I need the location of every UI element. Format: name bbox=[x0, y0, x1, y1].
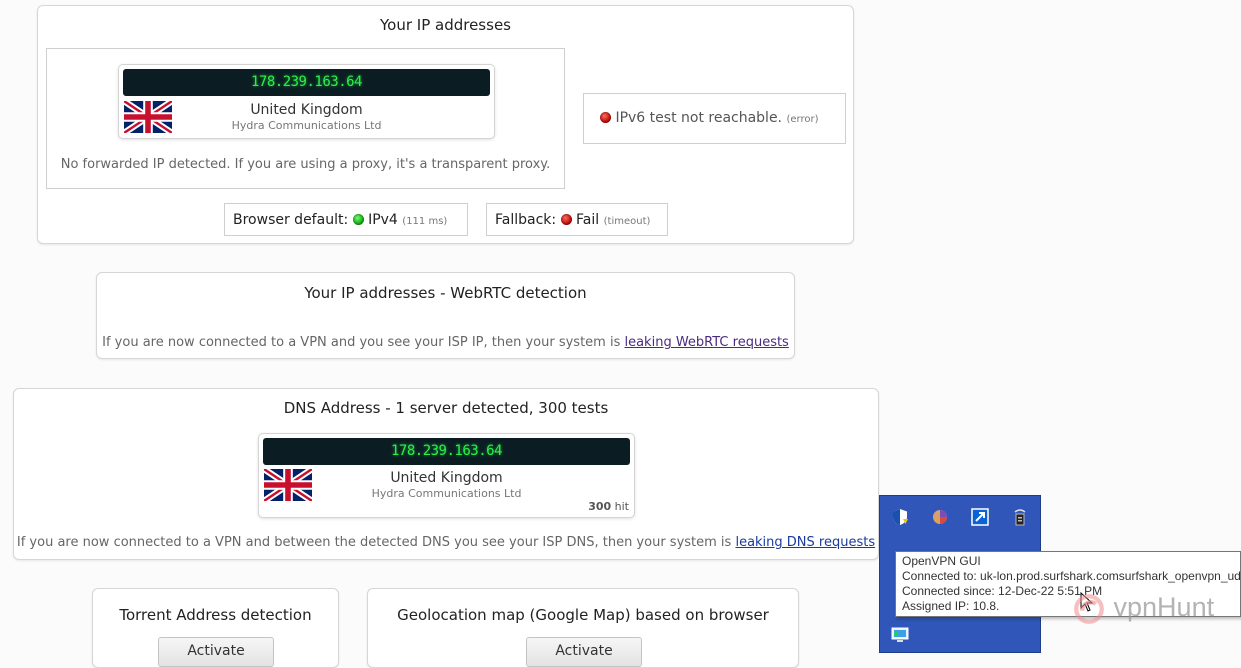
tooltip-app-name: OpenVPN GUI bbox=[902, 554, 981, 568]
ipv6-error-status-icon bbox=[600, 112, 611, 123]
watermark-text: vpnHunt bbox=[1113, 592, 1215, 623]
ip-addresses-panel: Your IP addresses 178.239.163.64 United … bbox=[37, 5, 854, 244]
fallback-value: Fail bbox=[576, 212, 600, 228]
dns-ip-display: 178.239.163.64 bbox=[263, 438, 630, 465]
dns-panel: DNS Address - 1 server detected, 300 tes… bbox=[13, 388, 879, 560]
fallback-box: Fallback: Fail (timeout) bbox=[486, 203, 668, 236]
ipv6-status-text: IPv6 test not reachable. bbox=[615, 110, 783, 126]
geolocation-panel: Geolocation map (Google Map) based on br… bbox=[367, 588, 799, 668]
shield-warning-icon[interactable] bbox=[891, 508, 909, 526]
ipv4-ok-status-icon bbox=[352, 214, 364, 225]
ip-panel-title: Your IP addresses bbox=[379, 16, 511, 34]
browser-default-time: (111 ms) bbox=[402, 216, 448, 227]
dns-hits-count: 300 bbox=[588, 500, 612, 513]
webrtc-note: If you are now connected to a VPN and yo… bbox=[97, 335, 794, 350]
ipv6-error-label: (error) bbox=[786, 114, 819, 125]
ip-address-display: 178.239.163.64 bbox=[123, 69, 490, 96]
webrtc-panel: Your IP addresses - WebRTC detection If … bbox=[96, 272, 795, 359]
dns-note-text: If you are now connected to a VPN and be… bbox=[16, 535, 736, 550]
dns-note: If you are now connected to a VPN and be… bbox=[14, 535, 878, 550]
webrtc-panel-title: Your IP addresses - WebRTC detection bbox=[304, 284, 587, 302]
torrent-panel: Torrent Address detection Activate bbox=[92, 588, 339, 668]
browser-default-label: Browser default: bbox=[233, 212, 349, 228]
vpnhunt-watermark: vpnHunt bbox=[1072, 592, 1214, 626]
webrtc-note-text: If you are now connected to a VPN and yo… bbox=[102, 335, 625, 350]
torrent-panel-title: Torrent Address detection bbox=[119, 606, 312, 624]
ip-country: United Kingdom bbox=[250, 102, 363, 118]
dns-hits: 300 hit bbox=[588, 500, 629, 513]
dns-leak-link[interactable]: leaking DNS requests bbox=[735, 535, 875, 550]
ipv6-box: IPv6 test not reachable. (error) bbox=[583, 93, 846, 144]
dns-hits-label: hit bbox=[614, 500, 629, 513]
ip-card: 178.239.163.64 United Kingdom Hydra Comm… bbox=[118, 64, 495, 139]
geolocation-panel-title: Geolocation map (Google Map) based on br… bbox=[397, 606, 769, 624]
fallback-label: Fallback: bbox=[495, 212, 557, 228]
color-wheel-icon[interactable] bbox=[931, 508, 949, 526]
browser-default-value: IPv4 bbox=[368, 212, 398, 228]
dns-panel-title: DNS Address - 1 server detected, 300 tes… bbox=[283, 399, 609, 417]
browser-default-box: Browser default: IPv4 (111 ms) bbox=[224, 203, 468, 236]
network-device-icon[interactable] bbox=[1011, 508, 1029, 526]
fallback-error-status-icon bbox=[560, 214, 572, 225]
webrtc-leak-link[interactable]: leaking WebRTC requests bbox=[624, 335, 788, 350]
ipv4-box: 178.239.163.64 United Kingdom Hydra Comm… bbox=[46, 48, 565, 189]
forwarded-ip-note: No forwarded IP detected. If you are usi… bbox=[60, 157, 551, 172]
dns-ip-card: 178.239.163.64 United Kingdom Hydra Comm… bbox=[258, 433, 635, 518]
vpnhunt-logo-icon bbox=[1074, 594, 1104, 624]
dns-country: United Kingdom bbox=[390, 470, 503, 486]
tooltip-connected-to: Connected to: uk-lon.prod.surfshark.coms… bbox=[902, 569, 1241, 583]
geolocation-activate-button[interactable]: Activate bbox=[526, 637, 642, 667]
ip-isp: Hydra Communications Ltd bbox=[231, 119, 382, 132]
fallback-status: (timeout) bbox=[603, 216, 651, 227]
dns-isp: Hydra Communications Ltd bbox=[371, 487, 522, 500]
torrent-activate-button[interactable]: Activate bbox=[158, 637, 274, 667]
monitor-icon[interactable] bbox=[891, 626, 909, 644]
app-arrow-icon[interactable] bbox=[971, 508, 989, 526]
